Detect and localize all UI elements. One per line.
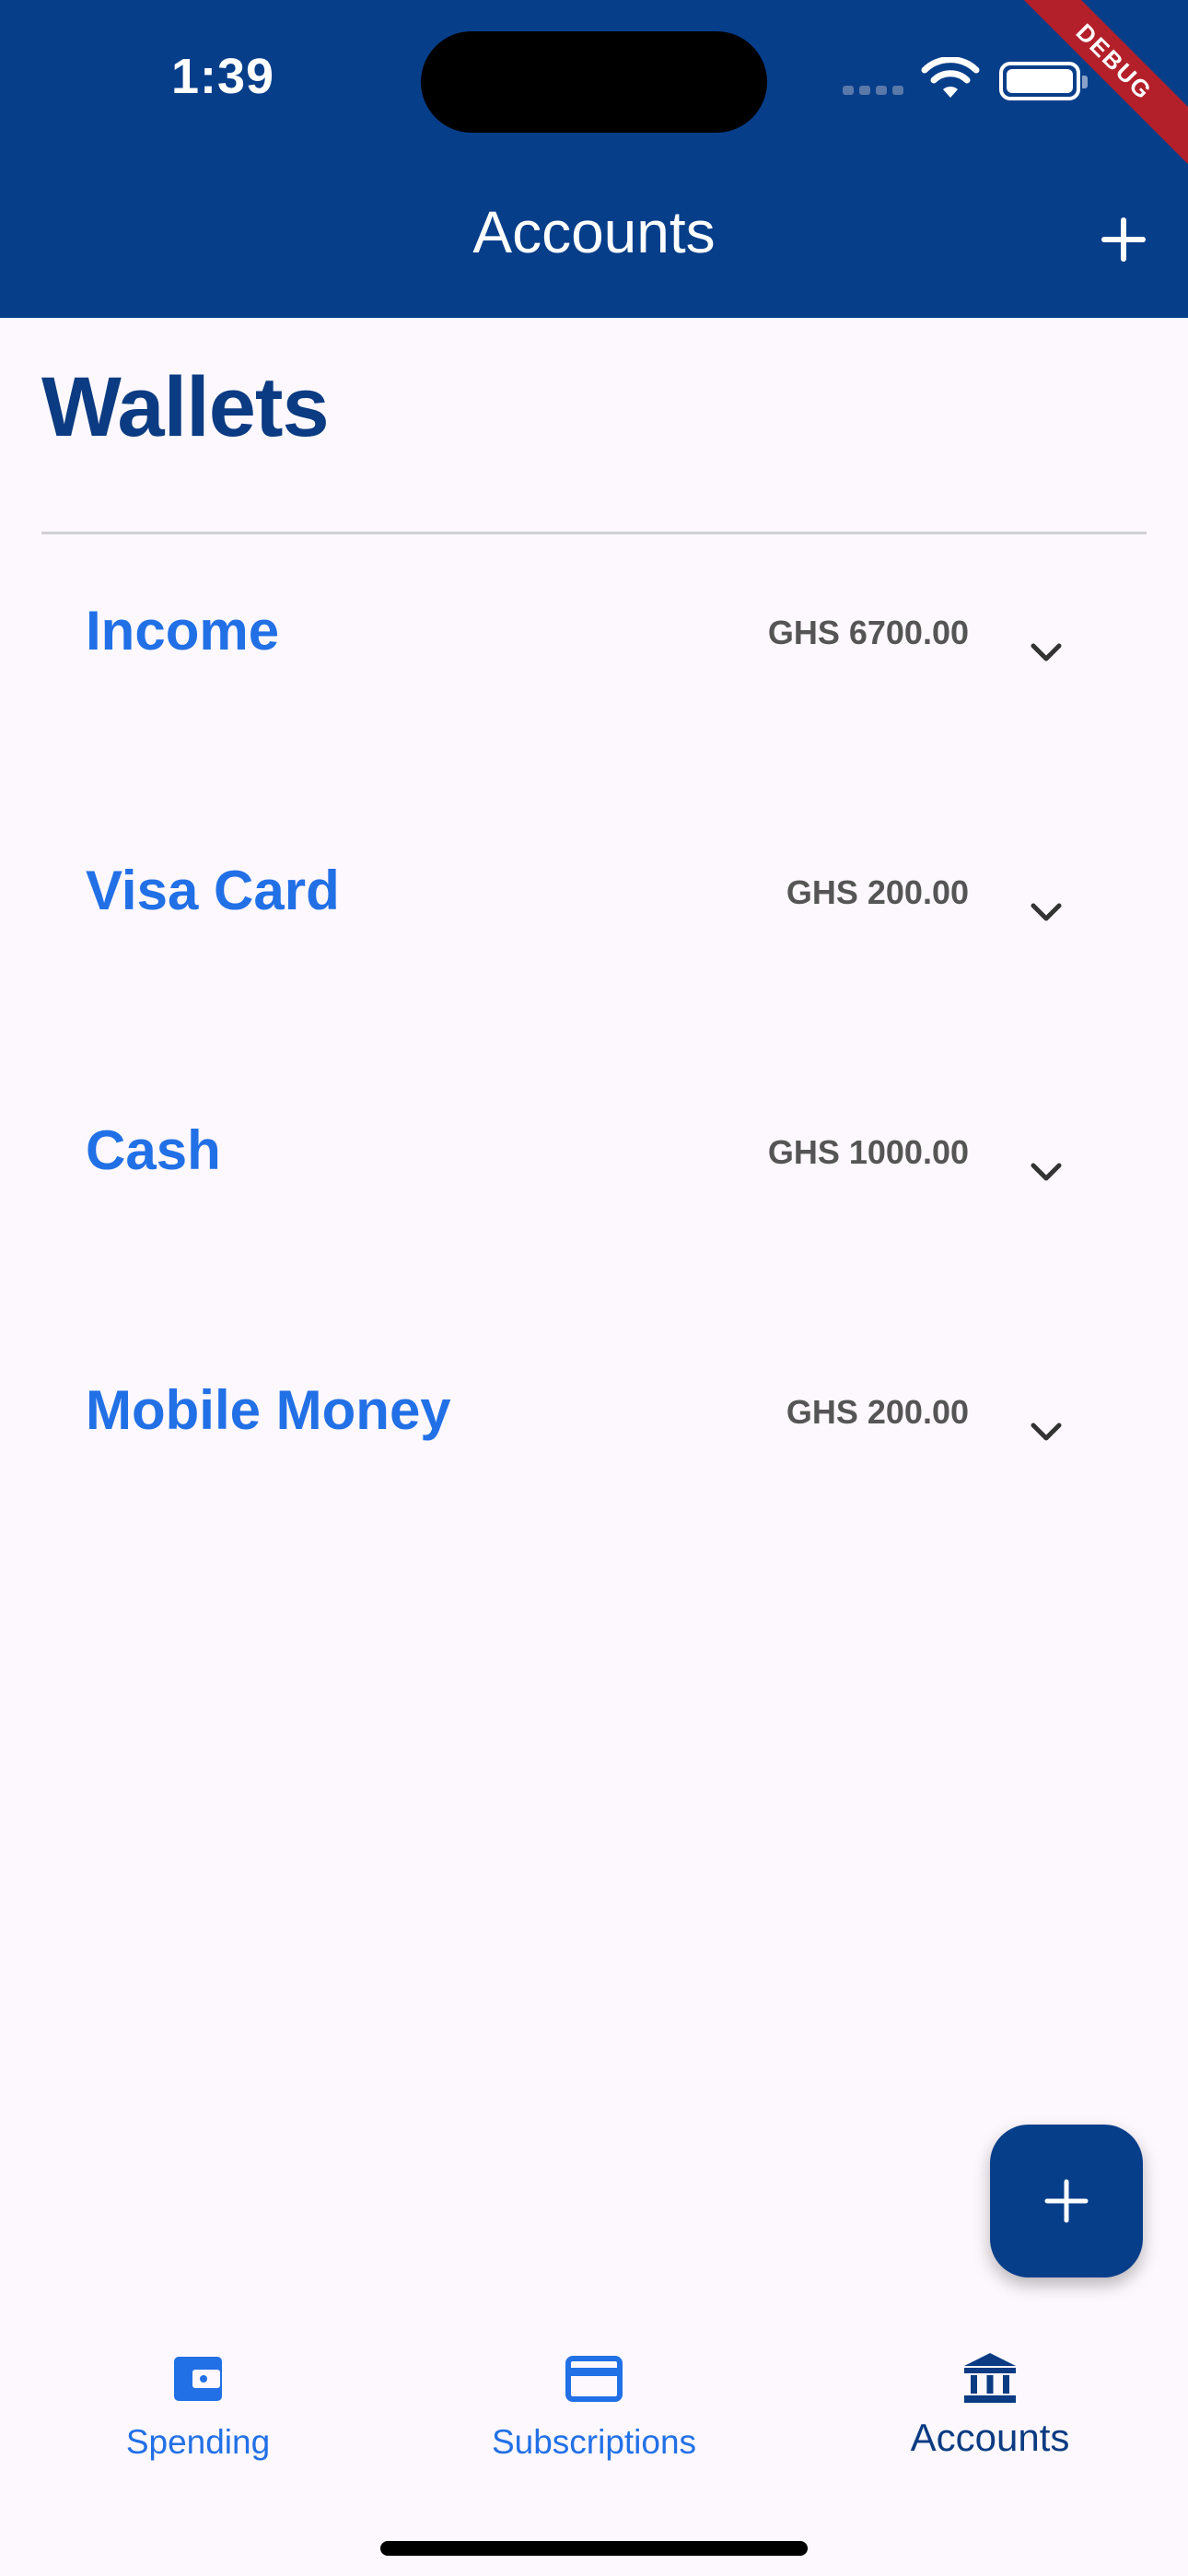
wallet-item-cash[interactable]: Cash GHS 1000.00	[0, 1118, 1188, 1303]
wallet-item-visa-card[interactable]: Visa Card GHS 200.00	[0, 859, 1188, 1043]
wallet-balance: GHS 6700.00	[767, 614, 969, 651]
wallet-balance: GHS 200.00	[786, 873, 969, 911]
plus-icon[interactable]	[1091, 207, 1156, 272]
wallet-balance: GHS 1000.00	[767, 1133, 969, 1171]
nav-item-subscriptions[interactable]: Subscriptions	[410, 2322, 778, 2488]
plus-icon	[1044, 2179, 1089, 2223]
wallet-name: Cash	[86, 1119, 221, 1181]
wallet-item-income[interactable]: Income GHS 6700.00	[0, 599, 1188, 783]
chevron-down-icon[interactable]	[1028, 1159, 1065, 1185]
app-bar: 1:39 DEBUG Accounts	[0, 0, 1188, 318]
bottom-nav: Spending Subscriptions Accounts	[0, 2322, 1188, 2497]
wallet-balance: GHS 200.00	[786, 1393, 969, 1431]
bank-icon	[964, 2353, 1016, 2403]
battery-icon	[999, 62, 1088, 100]
nav-label: Spending	[125, 2423, 271, 2461]
divider	[41, 532, 1147, 534]
wallet-name: Income	[86, 600, 280, 662]
wallet-name: Visa Card	[86, 860, 340, 921]
chevron-down-icon[interactable]	[1028, 899, 1065, 925]
page-title: Accounts	[472, 199, 716, 265]
wallet-icon	[174, 2357, 222, 2401]
wifi-icon	[921, 57, 980, 98]
dynamic-island	[421, 31, 767, 133]
section-title: Wallets	[41, 360, 330, 454]
chevron-down-icon[interactable]	[1028, 1419, 1065, 1445]
nav-label: Accounts	[910, 2416, 1070, 2459]
credit-card-icon	[565, 2356, 623, 2402]
cellular-signal-icon	[843, 86, 903, 95]
add-wallet-button[interactable]	[990, 2125, 1143, 2277]
nav-item-accounts[interactable]: Accounts	[806, 2322, 1174, 2488]
home-indicator	[380, 2541, 808, 2556]
nav-label: Subscriptions	[491, 2423, 697, 2461]
status-time: 1:39	[171, 49, 275, 104]
wallet-name: Mobile Money	[86, 1379, 451, 1441]
chevron-down-icon[interactable]	[1028, 639, 1065, 665]
nav-item-spending[interactable]: Spending	[14, 2322, 382, 2488]
wallet-item-mobile-money[interactable]: Mobile Money GHS 200.00	[0, 1378, 1188, 1563]
